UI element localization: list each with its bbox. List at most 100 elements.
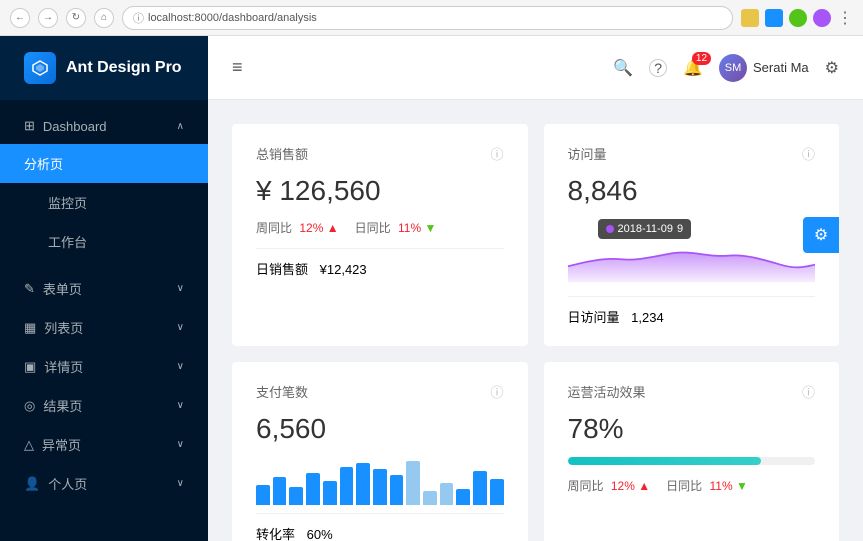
card-title-operations: 运营活动效果 ⓘ — [568, 382, 816, 401]
sales-trends: 周同比 12% ▲ 日同比 11% ▼ — [256, 219, 504, 236]
main-content: ≡ 🔍 ? 🔔 12 SM Serati Ma ⚙ — [208, 36, 863, 541]
browser-menu-button[interactable]: ⋮ — [837, 8, 853, 28]
list-icon: ▦ — [24, 320, 36, 336]
bar-mini-item — [273, 477, 287, 505]
payments-card: 支付笔数 ⓘ 6,560 转化率 60% — [232, 362, 528, 541]
detail-icon: ▣ — [24, 359, 36, 375]
payments-value: 6,560 — [256, 413, 504, 445]
menu-toggle-button[interactable]: ≡ — [232, 57, 243, 78]
exception-icon: △ — [24, 437, 34, 453]
sidebar-logo: Ant Design Pro — [0, 36, 208, 100]
bar-mini-item — [306, 473, 320, 505]
user-name: Serati Ma — [753, 60, 809, 75]
bar-mini-item — [256, 485, 270, 505]
ops-day-arrow: ▼ — [736, 479, 748, 493]
logo-text: Ant Design Pro — [66, 59, 182, 77]
sidebar-item-profile[interactable]: 👤 个人页 ∨ — [0, 464, 208, 503]
settings-float-button[interactable]: ⚙ — [803, 217, 839, 253]
info-icon-sales[interactable]: ⓘ — [490, 144, 503, 163]
visits-value: 8,846 — [568, 175, 816, 207]
bar-mini-item — [423, 491, 437, 505]
page-content: 总销售额 ⓘ ¥ 126,560 周同比 12% ▲ 日同比 11% — [208, 100, 863, 541]
ops-week-arrow: ▲ — [638, 479, 650, 493]
chevron-down-icon: ∨ — [177, 283, 184, 294]
bar-mini-item — [490, 479, 504, 505]
tooltip-dot — [606, 225, 614, 233]
sidebar-section-dashboard: ⊞ Dashboard ∧ 分析页 监控页 工作台 — [0, 100, 208, 269]
result-icon: ◎ — [24, 398, 35, 414]
cards-grid: 总销售额 ⓘ ¥ 126,560 周同比 12% ▲ 日同比 11% — [232, 124, 839, 541]
bar-mini-item — [473, 471, 487, 505]
notification-button[interactable]: 🔔 12 — [683, 58, 703, 78]
bar-mini-item — [406, 461, 420, 505]
day-down-arrow: ▼ — [424, 221, 436, 235]
bar-mini-item — [373, 469, 387, 505]
browser-ext-icon4[interactable] — [813, 9, 831, 27]
sidebar-item-monitor[interactable]: 监控页 — [0, 183, 208, 222]
bar-mini-item — [456, 489, 470, 505]
back-button[interactable]: ← — [10, 8, 30, 28]
payments-footer: 转化率 60% — [256, 513, 504, 541]
info-icon-visits[interactable]: ⓘ — [802, 144, 815, 163]
sidebar-item-form[interactable]: ✎ 表单页 ∨ — [0, 269, 208, 308]
visit-chart: 2018-11-09 9 — [568, 219, 816, 288]
url-bar[interactable]: ⓘ localhost:8000/dashboard/analysis — [122, 6, 733, 30]
sidebar-item-analysis[interactable]: 分析页 — [0, 144, 208, 183]
notification-badge: 12 — [692, 52, 711, 65]
bar-mini-item — [390, 475, 404, 505]
browser-chrome: ← → ↻ ⌂ ⓘ localhost:8000/dashboard/analy… — [0, 0, 863, 36]
header-right: 🔍 ? 🔔 12 SM Serati Ma ⚙ — [613, 54, 839, 82]
operations-card: 运营活动效果 ⓘ 78% 周同比 12% ▲ 日同 — [544, 362, 840, 541]
browser-ext-icon3[interactable] — [789, 9, 807, 27]
card-title-payments: 支付笔数 ⓘ — [256, 382, 504, 401]
ops-week-trend: 周同比 12% ▲ — [568, 477, 651, 494]
visits-footer: 日访问量 1,234 — [568, 296, 816, 326]
browser-ext-icon[interactable] — [741, 9, 759, 27]
payments-bar-chart — [256, 457, 504, 505]
dashboard-icon: ⊞ — [24, 118, 35, 134]
card-title-visits: 访问量 ⓘ — [568, 144, 816, 163]
logo-icon — [24, 52, 56, 84]
visit-wave-chart — [568, 237, 816, 285]
refresh-button[interactable]: ↻ — [66, 8, 86, 28]
help-button[interactable]: ? — [649, 59, 667, 77]
operations-progress-fill — [568, 457, 761, 465]
operations-value: 78% — [568, 413, 816, 445]
user-avatar: SM — [719, 54, 747, 82]
user-menu[interactable]: SM Serati Ma — [719, 54, 809, 82]
sidebar-item-exception[interactable]: △ 异常页 ∨ — [0, 425, 208, 464]
info-icon-payments[interactable]: ⓘ — [490, 382, 503, 401]
sales-footer: 日销售额 ¥12,423 — [256, 248, 504, 278]
forward-button[interactable]: → — [38, 8, 58, 28]
home-button[interactable]: ⌂ — [94, 8, 114, 28]
chevron-up-icon: ∧ — [177, 121, 184, 132]
browser-ext-icon2[interactable] — [765, 9, 783, 27]
total-sales-card: 总销售额 ⓘ ¥ 126,560 周同比 12% ▲ 日同比 11% — [232, 124, 528, 346]
top-header: ≡ 🔍 ? 🔔 12 SM Serati Ma ⚙ — [208, 36, 863, 100]
operations-trends: 周同比 12% ▲ 日同比 11% ▼ — [568, 477, 816, 494]
chevron-down-icon4: ∨ — [177, 400, 184, 411]
week-up-arrow: ▲ — [327, 221, 339, 235]
header-left: ≡ — [232, 57, 243, 78]
sidebar: Ant Design Pro ⊞ Dashboard ∧ 分析页 监控页 工作台 — [0, 36, 208, 541]
sidebar-item-list[interactable]: ▦ 列表页 ∨ — [0, 308, 208, 347]
search-button[interactable]: 🔍 — [613, 58, 633, 78]
settings-button[interactable]: ⚙ — [825, 58, 839, 78]
sidebar-item-detail[interactable]: ▣ 详情页 ∨ — [0, 347, 208, 386]
week-trend: 周同比 12% ▲ — [256, 219, 339, 236]
sidebar-item-result[interactable]: ◎ 结果页 ∨ — [0, 386, 208, 425]
info-icon-operations[interactable]: ⓘ — [802, 382, 815, 401]
browser-actions: ⋮ — [741, 8, 853, 28]
bar-mini-item — [440, 483, 454, 505]
total-sales-value: ¥ 126,560 — [256, 175, 504, 207]
ops-day-trend: 日同比 11% ▼ — [666, 477, 748, 494]
form-icon: ✎ — [24, 281, 35, 297]
sidebar-item-workbench[interactable]: 工作台 — [0, 222, 208, 261]
chevron-down-icon6: ∨ — [177, 478, 184, 489]
chart-tooltip: 2018-11-09 9 — [598, 219, 692, 239]
chevron-down-icon2: ∨ — [177, 322, 184, 333]
bar-mini-item — [289, 487, 303, 505]
sidebar-item-dashboard[interactable]: ⊞ Dashboard ∧ — [0, 108, 208, 144]
operations-progress-bar — [568, 457, 816, 465]
bar-mini-item — [323, 481, 337, 505]
